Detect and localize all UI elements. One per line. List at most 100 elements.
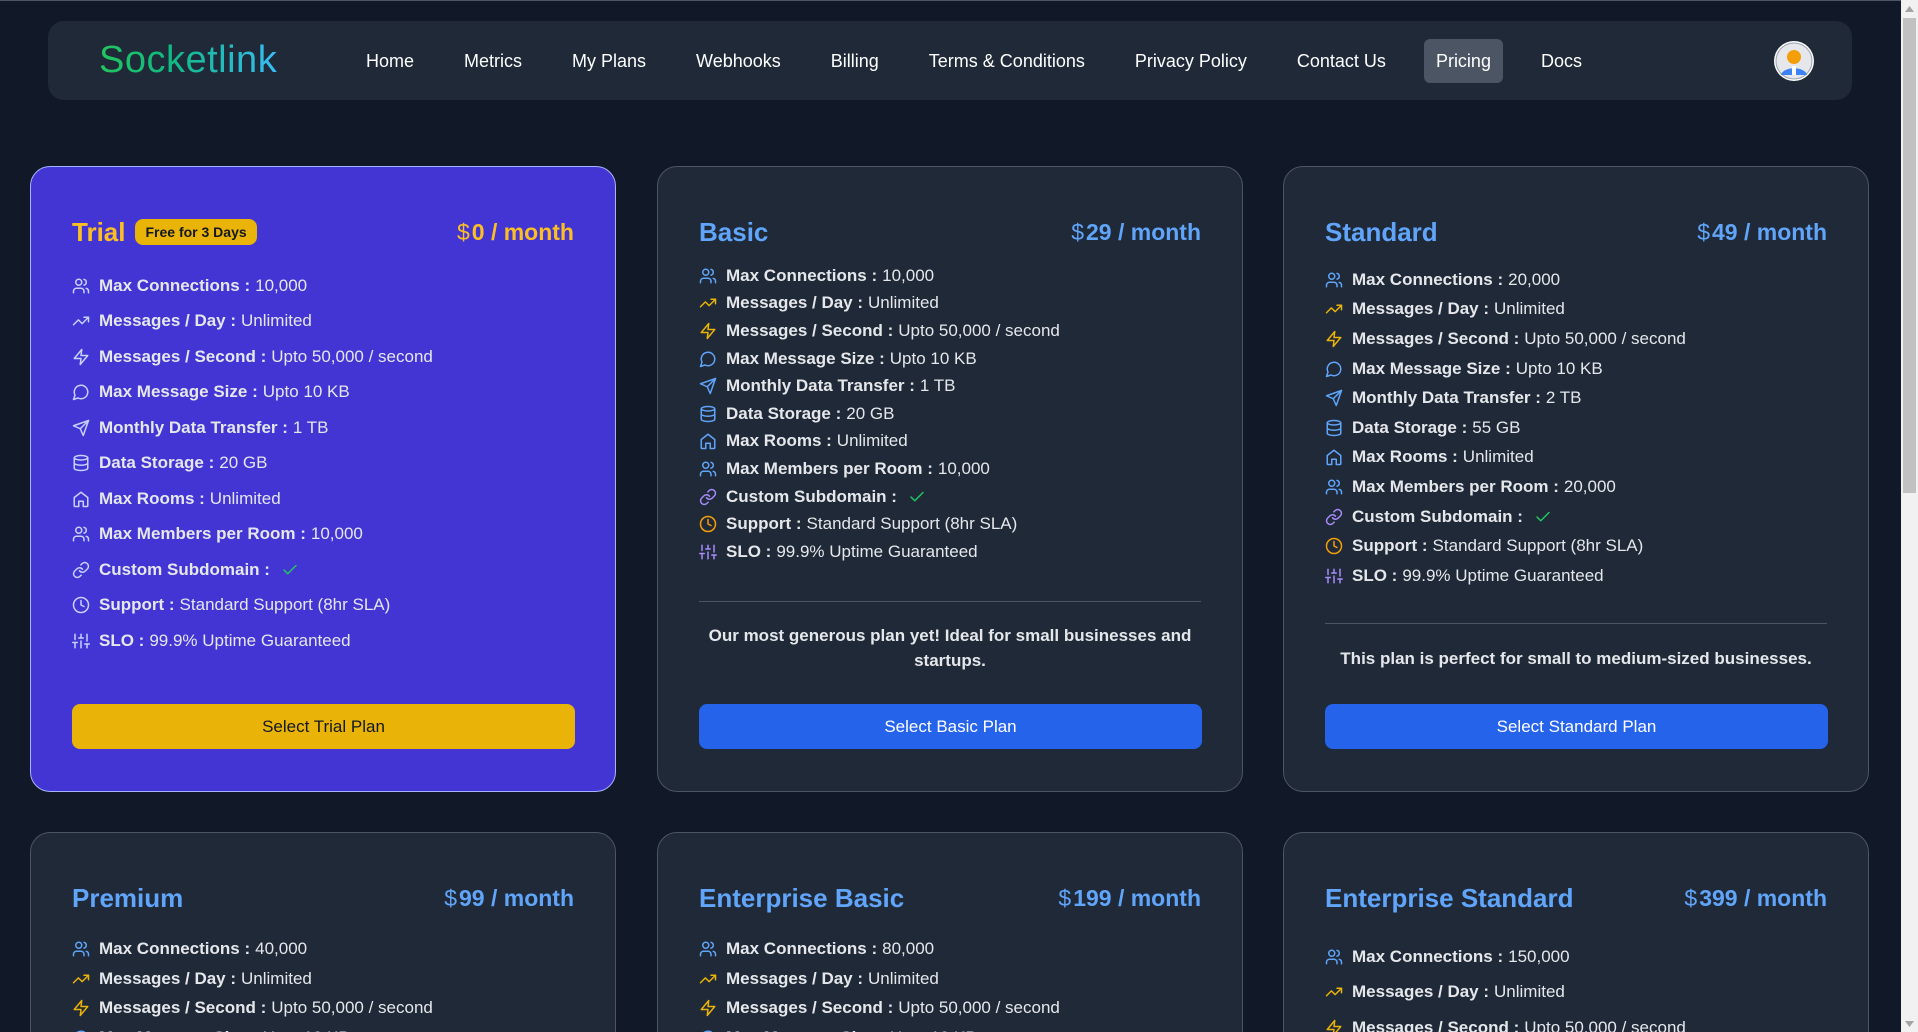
plan-name: Standard (1325, 217, 1438, 248)
feature-list: Max Connections :20,000 Messages / Day :U… (1325, 265, 1686, 591)
select-trial-plan-button[interactable]: Select Trial Plan (72, 704, 575, 749)
scrollbar[interactable] (1901, 0, 1918, 1032)
feature-value: 10,000 (255, 275, 308, 295)
check-icon (279, 561, 301, 579)
feature-max-connections: Max Connections :40,000 (72, 934, 433, 964)
feature-value: Upto 50,000 / second (1524, 328, 1686, 348)
scrollbar-thumb[interactable] (1903, 18, 1916, 493)
feature-messages-second: Messages / Second : Upto 50,000 / second (72, 993, 433, 1023)
select-standard-plan-button[interactable]: Select Standard Plan (1325, 704, 1828, 749)
feature-value: Upto 10 KB (890, 1028, 977, 1032)
feature-value: 20,000 (1508, 269, 1561, 289)
nav-terms[interactable]: Terms & Conditions (917, 39, 1097, 83)
plan-price-value: 399 / month (1699, 884, 1827, 911)
feature-max-rooms: Max Rooms : Unlimited (1325, 443, 1686, 473)
users-icon (1325, 478, 1343, 496)
feature-list: Max Connections :10,000 Messages / Day :U… (72, 268, 433, 659)
feature-max-message-size: Max Message Size :Upto 10 KB (1325, 354, 1686, 384)
feature-label: Messages / Second : (99, 346, 267, 366)
feature-label: Max Message Size : (726, 1028, 885, 1032)
dollar-icon: $ (444, 884, 457, 911)
nav-pricing[interactable]: Pricing (1423, 39, 1503, 83)
feature-max-connections: Max Connections :150,000 (1325, 939, 1686, 975)
users-icon (1325, 948, 1343, 966)
scroll-down-arrow-icon[interactable] (1901, 1015, 1918, 1032)
nav-docs[interactable]: Docs (1529, 39, 1594, 83)
plan-name-text: Enterprise Standard (1325, 882, 1574, 913)
feature-label: Data Storage : (99, 453, 215, 473)
feature-slo: SLO :99.9% Uptime Guaranteed (72, 623, 433, 659)
users-icon (72, 525, 90, 543)
feature-support: Support : Standard Support (8hr SLA) (72, 588, 433, 624)
feature-label: Max Message Size : (99, 1028, 258, 1032)
feature-label: Max Connections : (726, 265, 878, 285)
feature-messages-day: Messages / Day : Unlimited (72, 304, 433, 340)
feature-max-connections: Max Connections :10,000 (699, 262, 1060, 290)
home-icon (699, 432, 717, 450)
plan-price: $0 / month (457, 219, 574, 246)
feature-support: Support : Standard Support (8hr SLA) (1325, 531, 1686, 561)
feature-messages-second: Messages / Second : Upto 50,000 / second (72, 339, 433, 375)
avatar[interactable] (1774, 41, 1814, 81)
zap-icon (72, 348, 90, 366)
nav-home[interactable]: Home (354, 39, 426, 83)
feature-value: Standard Support (8hr SLA) (179, 595, 391, 615)
link-icon (1325, 508, 1343, 526)
free-trial-badge: Free for 3 Days (135, 219, 257, 245)
feature-value: Upto 50,000 / second (898, 998, 1060, 1018)
plan-price: $199 / month (1058, 885, 1201, 912)
feature-label: Messages / Second : (1352, 1017, 1520, 1032)
feature-messages-second: Messages / Second : Upto 50,000 / second (1325, 1010, 1686, 1032)
feature-label: Messages / Second : (1352, 328, 1520, 348)
plan-card-enterprise-basic: Enterprise Basic $199 / month Max Connecti… (657, 832, 1243, 1032)
feature-custom-subdomain: Custom Subdomain : (699, 483, 1060, 511)
nav-billing[interactable]: Billing (819, 39, 891, 83)
feature-value: 150,000 (1508, 946, 1570, 966)
logo[interactable]: Socketlink (99, 38, 277, 82)
nav-privacy[interactable]: Privacy Policy (1123, 39, 1259, 83)
feature-monthly-data-transfer: Monthly Data Transfer :2 TB (1325, 383, 1686, 413)
feature-value: 1 TB (292, 417, 329, 437)
feature-value: Upto 50,000 / second (898, 320, 1060, 340)
divider (699, 601, 1201, 602)
plan-price-value: 199 / month (1073, 884, 1201, 911)
feature-label: Data Storage : (1352, 417, 1468, 437)
feature-label: Max Rooms : (1352, 447, 1458, 467)
nav-metrics[interactable]: Metrics (452, 39, 534, 83)
plan-name: Premium (72, 883, 183, 914)
feature-label: Messages / Second : (99, 998, 267, 1018)
users-icon (72, 940, 90, 958)
feature-max-members-per-room: Max Members per Room :10,000 (72, 517, 433, 553)
plan-header: Standard $49 / month (1325, 212, 1827, 252)
feature-value: 20 GB (846, 403, 895, 423)
sliders-icon (1325, 567, 1343, 585)
feature-value: Upto 10 KB (889, 348, 977, 368)
feature-monthly-data-transfer: Monthly Data Transfer :1 TB (72, 410, 433, 446)
feature-messages-second: Messages / Second : Upto 50,000 / second (699, 993, 1060, 1023)
feature-label: SLO : (1352, 565, 1398, 585)
plan-price: $29 / month (1071, 219, 1201, 246)
select-basic-plan-button[interactable]: Select Basic Plan (699, 704, 1202, 749)
feature-label: Messages / Day : (99, 968, 237, 988)
dollar-icon: $ (1697, 218, 1710, 245)
feature-data-storage: Data Storage :20 GB (72, 446, 433, 482)
feature-value: 10,000 (937, 458, 990, 478)
dollar-icon: $ (456, 218, 470, 245)
plan-description: This plan is perfect for small to medium… (1340, 649, 1812, 668)
scroll-up-arrow-icon[interactable] (1901, 0, 1918, 17)
trending-up-icon (699, 970, 717, 988)
plan-name: Enterprise Basic (699, 883, 904, 914)
users-icon (72, 277, 90, 295)
feature-label: Max Connections : (99, 938, 251, 958)
clock-icon (72, 596, 90, 614)
feature-data-storage: Data Storage :55 GB (1325, 413, 1686, 443)
nav-webhooks[interactable]: Webhooks (684, 39, 793, 83)
feature-value: 99.9% Uptime Guaranteed (149, 630, 351, 650)
plan-header: Enterprise Standard $399 / month (1325, 878, 1827, 918)
nav-my-plans[interactable]: My Plans (560, 39, 658, 83)
feature-max-members-per-room: Max Members per Room :20,000 (1325, 472, 1686, 502)
dollar-icon: $ (1071, 218, 1084, 245)
plan-card-standard: Standard $49 / month Max Connections :20,0… (1283, 166, 1869, 792)
nav-contact[interactable]: Contact Us (1285, 39, 1398, 83)
feature-value: 1 TB (919, 376, 956, 396)
